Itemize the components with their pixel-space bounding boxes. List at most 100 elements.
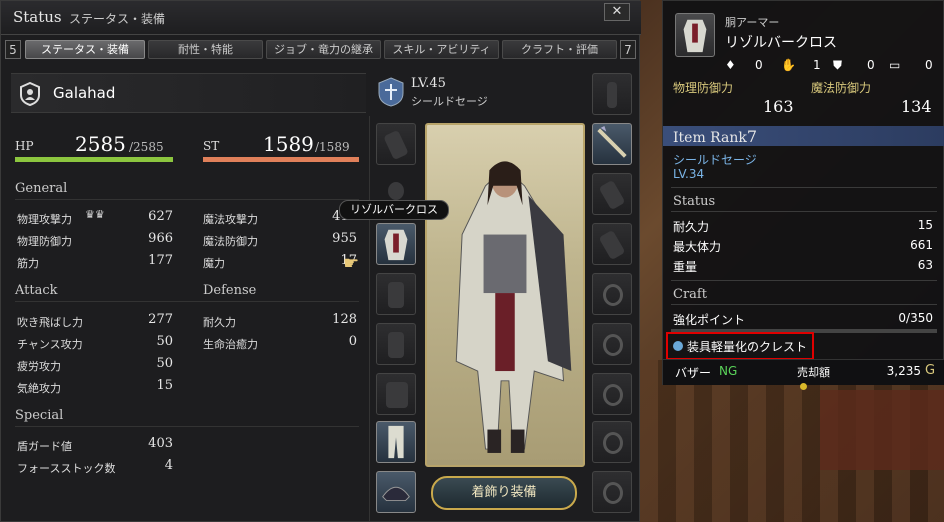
divider bbox=[671, 211, 937, 212]
st-value: 1589 bbox=[263, 132, 314, 156]
tab-next-key[interactable]: 7 bbox=[620, 40, 636, 59]
page-indicator-dot bbox=[800, 383, 807, 390]
divider bbox=[15, 301, 359, 302]
character-level: LV.45 bbox=[411, 76, 446, 91]
stat-value: 966 bbox=[148, 231, 173, 246]
stat-label: 物理防御力 bbox=[17, 235, 72, 248]
stat-label: 盾ガード値 bbox=[17, 440, 72, 453]
tab-craft[interactable]: クラフト・評価 bbox=[502, 40, 617, 59]
section-defense: Defense bbox=[203, 283, 257, 298]
character-portrait bbox=[425, 123, 585, 467]
st-bar bbox=[203, 157, 359, 162]
tab-prev-key[interactable]: 5 bbox=[5, 40, 21, 59]
stat-value: 0 bbox=[348, 334, 357, 349]
mag-def-label: 魔法防御力 bbox=[811, 81, 872, 95]
divider bbox=[671, 304, 937, 305]
character-job: シールドセージ bbox=[411, 95, 488, 108]
stat-value: 277 bbox=[148, 312, 173, 327]
mag-def-value: 134 bbox=[901, 97, 932, 116]
equip-slot-ring-4[interactable] bbox=[592, 421, 632, 463]
background-cloth bbox=[820, 390, 944, 470]
equip-slot-cloak[interactable] bbox=[376, 471, 416, 513]
item-detail-panel: 胴アーマー リゾルバークロス ♦ 0 ✋ 1 ⛊ 0 ▭ 0 物理防御力 魔法防… bbox=[662, 0, 944, 390]
fashion-equipment-button[interactable]: 着飾り装備 bbox=[431, 476, 577, 510]
section-general: General bbox=[15, 181, 68, 196]
divider bbox=[15, 199, 359, 200]
stat-label: 吹き飛ばし力 bbox=[17, 316, 83, 329]
sell-label: 売却額 bbox=[797, 366, 830, 379]
divider bbox=[671, 280, 937, 281]
equip-slot-ring-5[interactable] bbox=[592, 471, 632, 513]
weight-icon: ▭ bbox=[889, 58, 901, 72]
tab-status-equipment[interactable]: ステータス・装備 bbox=[25, 40, 145, 59]
item-stat-value: 661 bbox=[910, 238, 933, 252]
st-bar-fill bbox=[203, 157, 359, 162]
job-crest-icon bbox=[378, 77, 404, 107]
armor-icon bbox=[384, 229, 408, 261]
hp-bar-fill bbox=[15, 157, 173, 162]
item-job: シールドセージ bbox=[673, 153, 757, 167]
hp-label: HP bbox=[15, 139, 34, 153]
tab-skills[interactable]: スキル・アビリティ bbox=[384, 40, 499, 59]
section-attack: Attack bbox=[15, 283, 58, 298]
equip-slot-weapon-main[interactable] bbox=[592, 123, 632, 165]
item-level: LV.34 bbox=[673, 167, 705, 181]
item-category: 胴アーマー bbox=[725, 16, 780, 29]
item-stat-value: 63 bbox=[917, 258, 933, 272]
stat-label: チャンス攻力 bbox=[17, 338, 83, 351]
attr-value: 0 bbox=[867, 58, 875, 72]
phys-def-label: 物理防御力 bbox=[673, 81, 734, 95]
item-rank-bar: Item Rank7 bbox=[663, 126, 944, 146]
shield-icon: ⛊ bbox=[833, 58, 843, 72]
weapon-icon bbox=[597, 125, 627, 158]
stat-value: 50 bbox=[156, 334, 173, 349]
st-label: ST bbox=[203, 139, 220, 153]
item-icon bbox=[675, 13, 715, 57]
equip-slot-body-armor[interactable] bbox=[376, 223, 416, 265]
equip-slot-arms[interactable] bbox=[376, 273, 416, 315]
character-figure bbox=[455, 161, 572, 453]
status-section-title: Status bbox=[673, 194, 716, 209]
equip-slot-legs[interactable] bbox=[376, 323, 416, 365]
divider bbox=[671, 187, 937, 188]
stat-label: フォースストック数 bbox=[17, 462, 116, 475]
equip-slot-pants[interactable] bbox=[376, 421, 416, 463]
section-special: Special bbox=[15, 408, 64, 423]
divider bbox=[15, 426, 359, 427]
character-icon bbox=[20, 82, 40, 106]
equip-slot-weapon-sub[interactable] bbox=[376, 123, 416, 165]
equip-slot-jewel-1[interactable] bbox=[592, 173, 632, 215]
stat-label: 魔法防御力 bbox=[203, 235, 258, 248]
stat-label: 耐久力 bbox=[203, 316, 236, 329]
equip-slot-ring-2[interactable] bbox=[592, 323, 632, 365]
equip-slot-jewel-2[interactable] bbox=[592, 223, 632, 265]
stat-value: 50 bbox=[156, 356, 173, 371]
stat-label: 筋力 bbox=[17, 257, 39, 270]
item-stat-label: 最大体力 bbox=[673, 240, 722, 254]
close-button[interactable]: ✕ bbox=[604, 3, 630, 21]
stat-value: 15 bbox=[156, 378, 173, 393]
stat-value: 177 bbox=[148, 253, 173, 268]
tab-job-inheritance[interactable]: ジョブ・竜力の継承 bbox=[266, 40, 381, 59]
equip-slot-lantern[interactable] bbox=[592, 73, 632, 115]
currency-label: G bbox=[925, 363, 936, 378]
stat-label: 魔法攻撃力 bbox=[203, 213, 258, 226]
equip-slot-ring-1[interactable] bbox=[592, 273, 632, 315]
character-name-bar: Galahad bbox=[11, 73, 366, 113]
item-stat-label: 耐久力 bbox=[673, 220, 710, 234]
equip-slot-ring-3[interactable] bbox=[592, 373, 632, 415]
stat-value: 128 bbox=[332, 312, 357, 327]
item-name: リゾルバークロス bbox=[725, 35, 837, 51]
craft-section-title: Craft bbox=[673, 287, 707, 302]
status-window: Status ステータス・装備 ✕ 5 ステータス・装備 耐性・特能 ジョブ・竜… bbox=[0, 0, 641, 522]
attr-value: 0 bbox=[755, 58, 763, 72]
tab-bar: 5 ステータス・装備 耐性・特能 ジョブ・竜力の継承 スキル・アビリティ クラフ… bbox=[5, 40, 637, 60]
equip-slot-clothes-top[interactable] bbox=[376, 373, 416, 415]
hp-bar bbox=[15, 157, 173, 162]
craft-points-label: 強化ポイント bbox=[673, 313, 746, 327]
item-stat-label: 重量 bbox=[673, 260, 698, 274]
sell-value: 3,235 bbox=[886, 364, 921, 378]
tab-resistance[interactable]: 耐性・特能 bbox=[148, 40, 263, 59]
stat-label: 疲労攻力 bbox=[17, 360, 61, 373]
hp-max: /2585 bbox=[129, 140, 164, 154]
